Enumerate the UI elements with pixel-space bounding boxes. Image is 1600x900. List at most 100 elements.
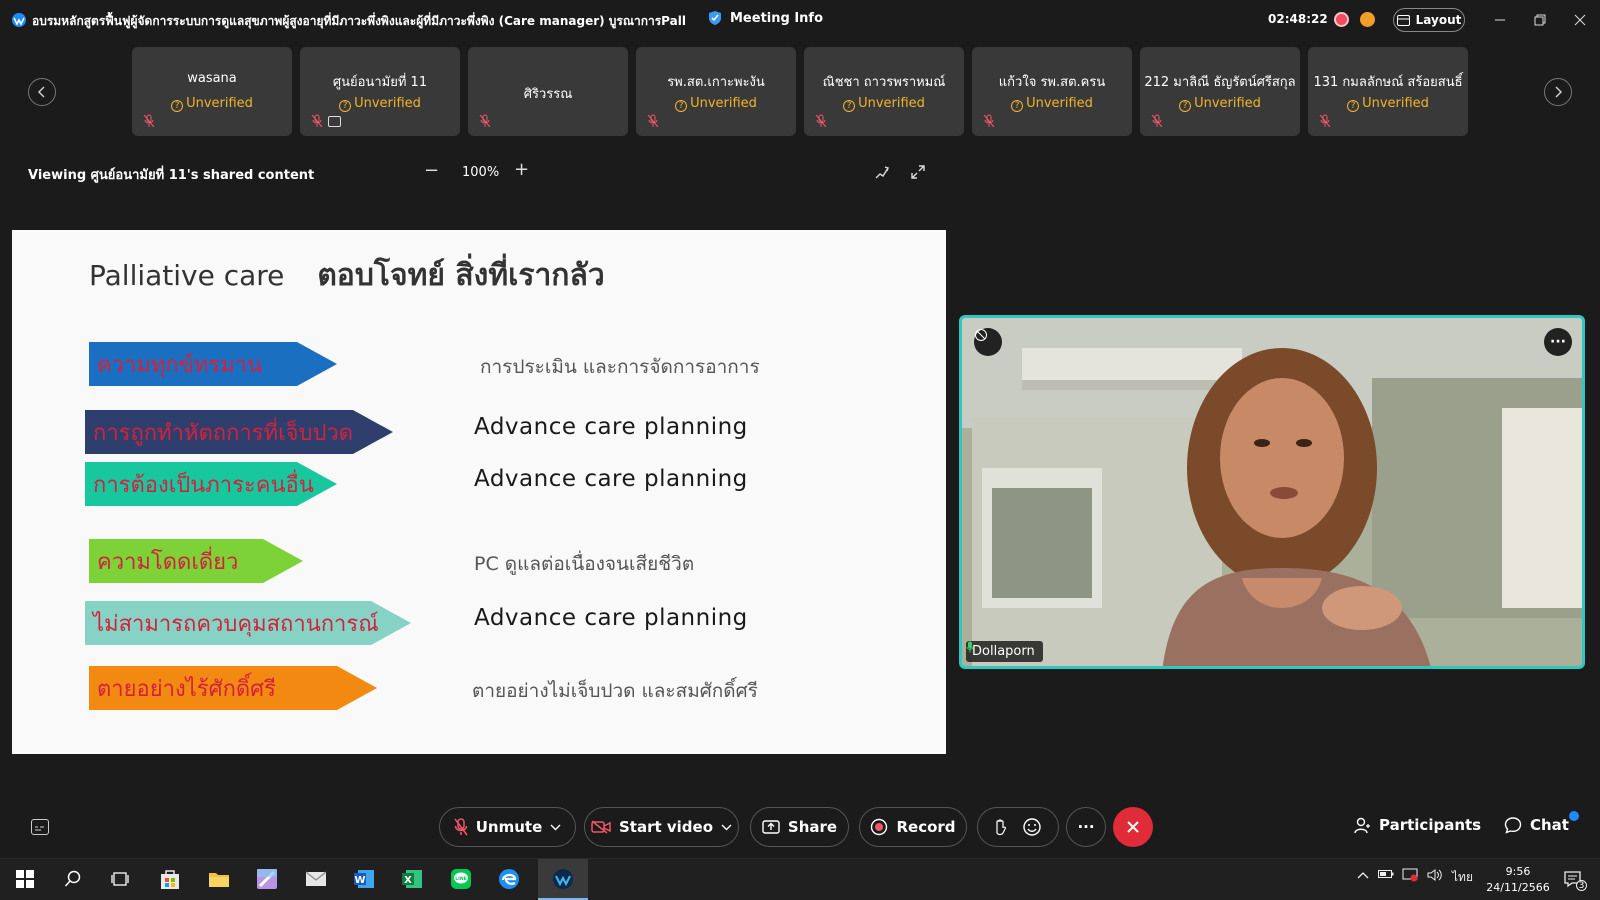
mic-muted-icon [1151,114,1163,128]
participant-tile[interactable]: รพ.สต.เกาะพะงัน? Unverified [636,47,796,136]
participants-button[interactable]: Participants [1353,816,1481,834]
share-label: Share [787,818,838,836]
unmute-label: Unmute [475,818,543,836]
participant-tile[interactable]: แก้วใจ รพ.สต.ครน? Unverified [972,47,1132,136]
video-more-options-button[interactable]: ··· [1544,328,1572,356]
annotate-icon[interactable] [874,164,890,180]
chevron-down-icon[interactable] [550,824,561,831]
video-participant-name: Dollaporn [972,644,1035,659]
windows-logo-icon [16,870,34,888]
leave-meeting-button[interactable] [1113,807,1153,847]
taskbar-clock[interactable]: 9:56 24/11/2566 [1480,864,1556,896]
participants-prev-button[interactable] [28,78,56,106]
notification-center-button[interactable]: 3 [1560,866,1587,892]
taskbar-line[interactable]: LINE [448,866,474,892]
captions-button[interactable] [31,819,49,835]
recording-indicator-icon [1334,12,1349,27]
battery-icon[interactable] [1378,868,1394,882]
taskbar-webex[interactable] [550,866,576,892]
clock-date: 24/11/2566 [1486,881,1550,894]
mic-muted-icon [647,114,659,128]
chat-button[interactable]: Chat [1504,816,1569,834]
mic-muted-icon [1319,114,1331,128]
record-button[interactable]: Record [859,807,967,847]
chevron-down-icon[interactable] [721,824,732,831]
viewing-shared-content-label: Viewing ศูนย์อนามัยที่ 11's shared conte… [28,168,315,183]
close-window-button[interactable] [1570,10,1590,30]
microphone-icon [966,641,974,653]
minimize-button[interactable] [1490,10,1510,30]
store-bag-icon [161,870,179,889]
folder-icon [209,873,229,887]
participant-status: ? Unverified [1140,96,1300,112]
record-label: Record [896,818,956,836]
taskbar-search-button[interactable] [60,866,86,892]
tray-overflow-icon[interactable] [1357,868,1369,882]
participant-status: ? Unverified [300,96,460,112]
participant-status-label: Unverified [1194,96,1261,111]
webcam-feed-image [962,318,1582,666]
slide-row-description: Advance care planning [474,605,748,631]
mail-icon [305,871,327,886]
participant-tile[interactable]: ศิริวรรณ [468,47,628,136]
zoom-in-button[interactable]: + [514,159,529,180]
restore-button[interactable] [1530,10,1550,30]
edge-browser-icon [499,869,519,889]
line-app-icon: LINE [451,869,471,889]
layout-button[interactable]: Layout [1393,8,1465,32]
taskbar-mail[interactable] [303,866,329,892]
mic-muted-icon [815,114,827,128]
participant-tile[interactable]: 212 มาลิณี ธัญรัตน์ศรีสกุล? Unverified [1140,47,1300,136]
shield-icon [709,11,721,25]
participant-tile[interactable]: ณิชชา ถาวรพราหมณ์? Unverified [804,47,964,136]
start-button[interactable] [12,866,38,892]
raise-hand-icon[interactable] [994,818,1008,836]
taskbar-store[interactable] [157,866,183,892]
participant-status: ? Unverified [636,96,796,112]
pin-off-icon [975,329,987,341]
input-language[interactable]: ไทย [1452,868,1473,887]
expand-icon[interactable] [910,164,926,180]
unverified-icon: ? [339,100,352,112]
unverified-icon: ? [843,100,856,112]
chevron-right-icon [1555,86,1563,98]
unpin-video-button[interactable] [974,328,1002,356]
taskbar-file-explorer[interactable] [206,866,232,892]
share-button[interactable]: Share [750,807,849,847]
participant-tile[interactable]: wasana? Unverified [132,47,292,136]
participant-status: ? Unverified [1308,96,1468,112]
network-icon[interactable] [1402,868,1418,885]
meeting-info-label: Meeting Info [730,10,824,26]
video-name-tag: Dollaporn [966,641,1043,662]
participant-tile[interactable]: ศูนย์อนามัยที่ 11? Unverified [300,47,460,136]
zoom-out-button[interactable]: − [424,160,439,181]
slide-arrow-label: การถูกทำหัตถการที่เจ็บปวด [85,410,393,454]
webex-icon [553,869,573,889]
participants-next-button[interactable] [1544,78,1572,106]
close-icon [1574,14,1586,26]
slide-row-description: ตายอย่างไม่เจ็บปวด และสมศักดิ์ศรี [472,680,758,702]
emoji-reaction-icon[interactable] [1022,817,1042,837]
sharing-screen-icon [328,116,341,127]
task-view-button[interactable] [107,866,133,892]
taskbar-paint[interactable] [254,866,280,892]
slide-row-description: Advance care planning [474,414,748,440]
taskbar-edge[interactable] [496,866,522,892]
more-options-button[interactable]: ··· [1066,807,1106,847]
participant-status-label: Unverified [858,96,925,111]
volume-icon[interactable] [1427,868,1443,885]
word-icon: W [354,870,374,888]
video-tile-dollaporn[interactable]: ··· Dollaporn [959,315,1585,669]
unmute-button[interactable]: Unmute [439,807,576,847]
shared-slide: Palliative care ตอบโจทย์ สิ่งที่เรากลัว … [12,230,946,754]
start-video-button[interactable]: Start video [584,807,739,847]
taskbar-word[interactable]: W [351,866,377,892]
slide-arrow-label: ความทุกข์ทรมาน [89,342,337,386]
taskbar-excel[interactable]: X [399,866,425,892]
mic-muted-icon [983,114,995,128]
chat-icon [1504,817,1522,834]
mic-muted-icon [479,114,491,128]
meeting-info-button[interactable]: Meeting Info [708,10,823,26]
chat-label: Chat [1530,816,1569,834]
participant-tile[interactable]: 131 กมลลักษณ์ สร้อยสนธิ์? Unverified [1308,47,1468,136]
